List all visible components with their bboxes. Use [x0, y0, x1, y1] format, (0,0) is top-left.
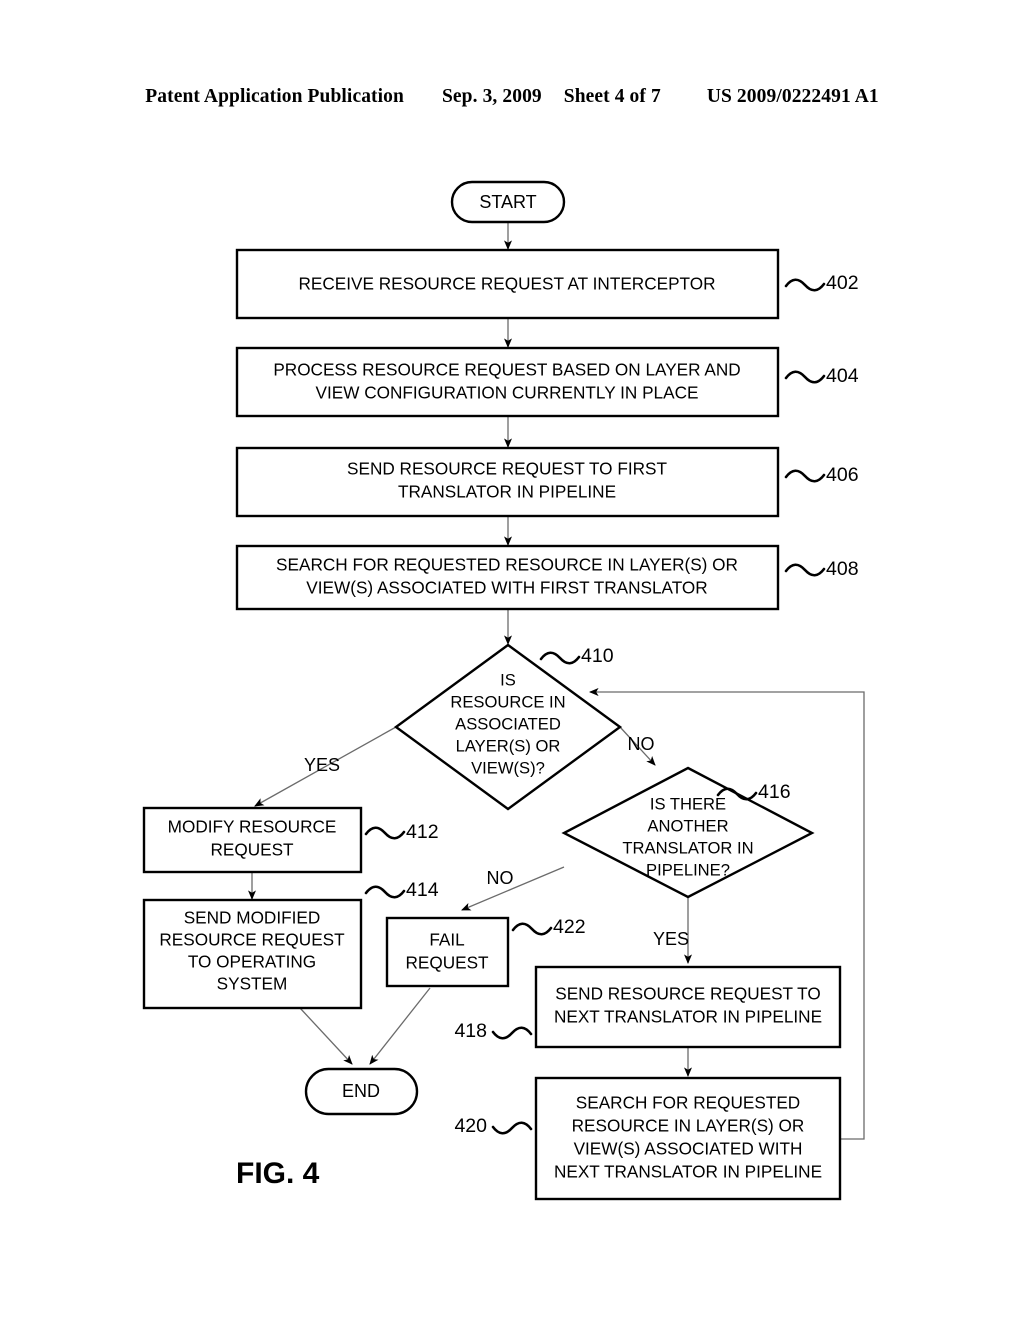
ref-number-416: 416 — [758, 781, 791, 803]
process-412-line-2: REQUEST — [210, 840, 294, 860]
decision-416-line-1: IS THERE — [650, 794, 726, 813]
process-406-line-2: TRANSLATOR IN PIPELINE — [398, 482, 616, 502]
decision-416-line-4: PIPELINE? — [646, 860, 730, 879]
ref-number-404: 404 — [826, 365, 859, 387]
process-420-line-2: RESOURCE IN LAYER(S) OR — [572, 1116, 805, 1136]
terminal-start-label: START — [479, 192, 536, 212]
process-414-line-1: SEND MODIFIED — [184, 908, 321, 928]
process-418-line-2: NEXT TRANSLATOR IN PIPELINE — [554, 1007, 822, 1027]
ref-number-408: 408 — [826, 558, 859, 580]
process-404-line-2: VIEW CONFIGURATION CURRENTLY IN PLACE — [316, 383, 699, 403]
process-414-line-4: SYSTEM — [217, 974, 288, 994]
process-420-line-3: VIEW(S) ASSOCIATED WITH — [574, 1139, 803, 1159]
decision-410-line-5: VIEW(S)? — [471, 758, 545, 777]
decision-416: IS THERE ANOTHER TRANSLATOR IN PIPELINE?… — [561, 766, 815, 899]
process-406-line-1: SEND RESOURCE REQUEST TO FIRST — [347, 459, 667, 479]
process-420-line-1: SEARCH FOR REQUESTED — [576, 1093, 800, 1113]
ref-number-412: 412 — [406, 821, 439, 843]
decision-416-line-2: ANOTHER — [647, 816, 728, 835]
decision-410: IS RESOURCE IN ASSOCIATED LAYER(S) OR VI… — [393, 643, 623, 811]
figure-caption: FIG. 4 — [236, 1157, 320, 1190]
process-414-line-3: TO OPERATING — [188, 952, 316, 972]
decision-410-line-1: IS — [500, 670, 516, 689]
process-408-line-1: SEARCH FOR REQUESTED RESOURCE IN LAYER(S… — [276, 555, 738, 575]
decision-416-line-3: TRANSLATOR IN — [622, 838, 753, 857]
leader-418 — [491, 1026, 533, 1040]
figure-4-flowchart: START RECEIVE RESOURCE REQUEST AT INTERC… — [0, 0, 1024, 1320]
edge-label-410-yes: YES — [304, 755, 340, 775]
process-406: SEND RESOURCE REQUEST TO FIRST TRANSLATO… — [235, 446, 859, 518]
connector-420-feedback-to-410 — [589, 688, 865, 1140]
process-414-line-2: RESOURCE REQUEST — [159, 930, 345, 950]
connector-414-to-end — [299, 1007, 353, 1065]
decision-410-line-2: RESOURCE IN — [450, 692, 565, 711]
leader-404 — [784, 370, 826, 384]
terminal-start: START — [450, 180, 566, 224]
process-402-line-1: RECEIVE RESOURCE REQUEST AT INTERCEPTOR — [298, 274, 715, 294]
process-402: RECEIVE RESOURCE REQUEST AT INTERCEPTOR … — [235, 248, 859, 320]
leader-422 — [511, 922, 553, 936]
ref-number-418: 418 — [454, 1020, 487, 1042]
process-422-line-2: REQUEST — [405, 953, 489, 973]
process-422-line-1: FAIL — [429, 930, 464, 950]
leader-410 — [539, 651, 581, 665]
process-412: MODIFY RESOURCE REQUEST 412 — [142, 806, 439, 874]
edge-label-416-yes: YES — [653, 929, 689, 949]
ref-number-422: 422 — [553, 916, 586, 938]
ref-number-420: 420 — [454, 1115, 487, 1137]
leader-408 — [784, 563, 826, 577]
leader-420 — [491, 1121, 533, 1135]
ref-number-402: 402 — [826, 272, 859, 294]
process-420: SEARCH FOR REQUESTED RESOURCE IN LAYER(S… — [454, 1076, 842, 1201]
process-408: SEARCH FOR REQUESTED RESOURCE IN LAYER(S… — [235, 544, 859, 611]
leader-406 — [784, 469, 826, 483]
terminal-end-label: END — [342, 1081, 380, 1101]
leader-402 — [784, 278, 826, 292]
connector-422-to-end — [369, 987, 431, 1065]
decision-410-line-4: LAYER(S) OR — [456, 736, 561, 755]
process-404-line-1: PROCESS RESOURCE REQUEST BASED ON LAYER … — [273, 360, 740, 380]
process-418: SEND RESOURCE REQUEST TO NEXT TRANSLATOR… — [454, 965, 842, 1049]
edge-label-410-no: NO — [628, 734, 655, 754]
process-408-line-2: VIEW(S) ASSOCIATED WITH FIRST TRANSLATOR — [306, 578, 707, 598]
patent-drawing-page: Patent Application Publication Sep. 3, 2… — [0, 0, 1024, 1320]
process-404: PROCESS RESOURCE REQUEST BASED ON LAYER … — [235, 346, 859, 418]
leader-414 — [364, 885, 406, 899]
leader-412 — [364, 826, 406, 840]
process-420-line-4: NEXT TRANSLATOR IN PIPELINE — [554, 1162, 822, 1182]
process-412-line-1: MODIFY RESOURCE — [168, 817, 337, 837]
ref-number-414: 414 — [406, 879, 439, 901]
terminal-end: END — [304, 1067, 419, 1116]
ref-number-406: 406 — [826, 464, 859, 486]
process-418-line-1: SEND RESOURCE REQUEST TO — [555, 984, 821, 1004]
decision-410-line-3: ASSOCIATED — [455, 714, 561, 733]
edge-label-416-no: NO — [487, 868, 514, 888]
ref-number-410: 410 — [581, 645, 614, 667]
